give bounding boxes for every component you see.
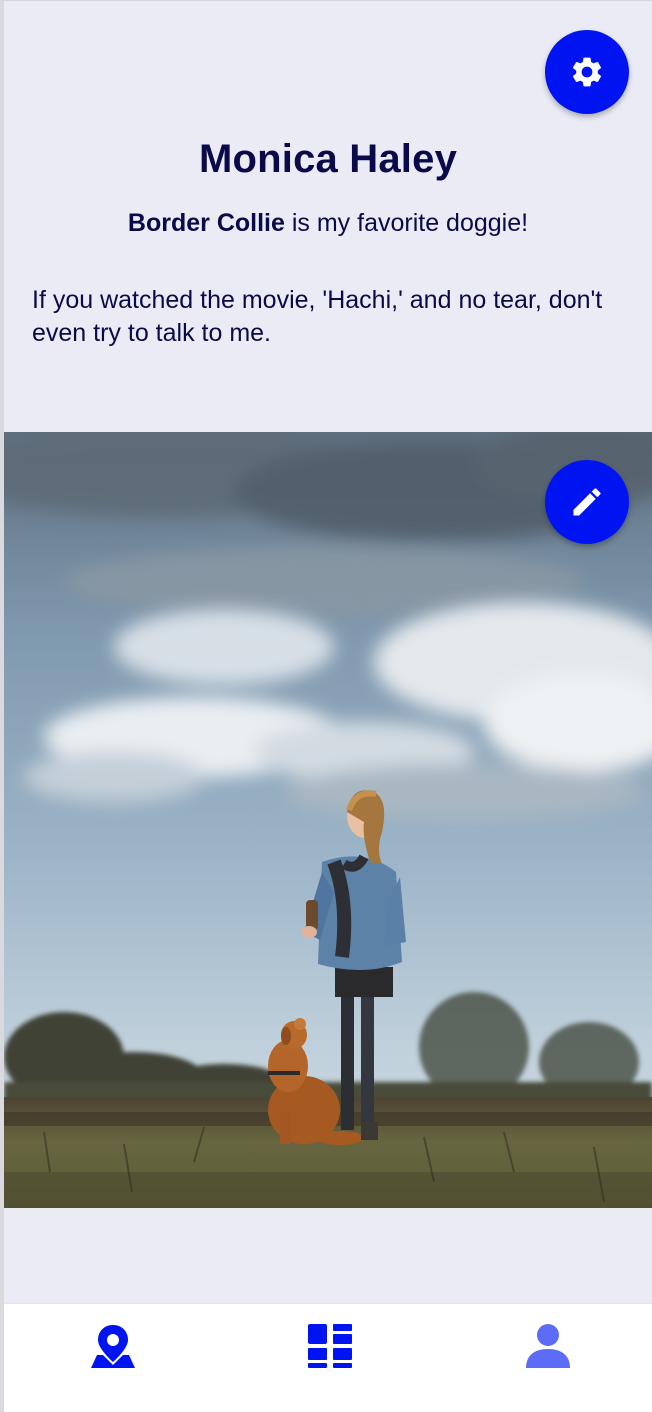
profile-bio: If you watched the movie, 'Hachi,' and n… bbox=[32, 286, 603, 347]
bottom-navigation bbox=[4, 1303, 652, 1412]
nav-item-map[interactable] bbox=[83, 1316, 143, 1376]
gear-icon bbox=[572, 57, 602, 87]
profile-name: Monica Haley bbox=[198, 137, 458, 181]
favorite-breed-suffix: is my favorite doggie! bbox=[284, 209, 529, 237]
edit-button[interactable] bbox=[545, 460, 629, 544]
pencil-icon bbox=[573, 488, 601, 516]
favorite-breed-line: Border Collie is my favorite doggie! bbox=[4, 209, 652, 238]
map-pin-icon bbox=[91, 1325, 135, 1368]
profile-photo bbox=[4, 432, 652, 1208]
profile-screen: Monica Haley Border Collie is my favorit… bbox=[0, 0, 652, 1412]
favorite-breed: Border Collie bbox=[127, 209, 285, 237]
nav-item-profile[interactable] bbox=[518, 1316, 578, 1376]
person-icon bbox=[526, 1324, 570, 1368]
settings-button[interactable] bbox=[545, 30, 629, 114]
grid-icon bbox=[308, 1324, 352, 1368]
nav-item-grid[interactable] bbox=[300, 1316, 360, 1376]
photo-illustration bbox=[4, 432, 652, 1208]
